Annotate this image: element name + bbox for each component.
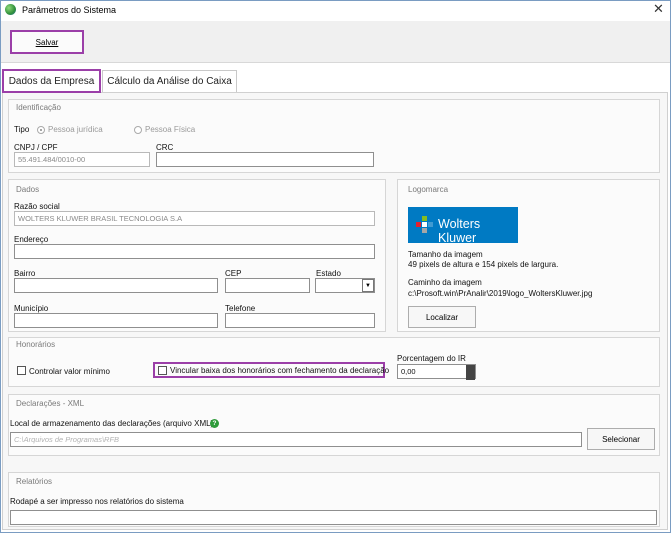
porcentagem-ir-field[interactable]: 0,00 xyxy=(397,364,476,379)
tipo-label: Tipo xyxy=(14,125,30,134)
app-icon xyxy=(5,4,16,15)
spinner-icon[interactable] xyxy=(466,365,475,380)
rodape-label: Rodapé a ser impresso nos relatórios do … xyxy=(10,497,184,506)
toolbar xyxy=(1,21,670,63)
logomarca-title: Logomarca xyxy=(408,185,449,194)
municipio-field[interactable] xyxy=(14,313,218,328)
cep-field[interactable] xyxy=(225,278,310,293)
close-icon[interactable]: ✕ xyxy=(653,2,664,17)
radio-pessoa-fisica-label: Pessoa Física xyxy=(145,125,196,134)
crc-label: CRC xyxy=(156,143,174,152)
logo-image: Wolters Kluwer xyxy=(408,207,518,245)
cnpj-field[interactable]: 55.491.484/0010-00 xyxy=(14,152,150,167)
chevron-down-icon[interactable]: ▼ xyxy=(362,279,374,292)
controlar-valor-minimo-label: Controlar valor mínimo xyxy=(29,367,110,376)
municipio-label: Município xyxy=(14,304,49,313)
honorarios-title: Honorários xyxy=(16,340,56,349)
cnpj-label: CNPJ / CPF xyxy=(14,143,58,152)
controlar-valor-minimo-checkbox[interactable] xyxy=(17,366,26,375)
estado-label: Estado xyxy=(316,269,341,278)
declaracoes-title: Declarações - XML xyxy=(16,399,85,408)
help-icon[interactable]: ? xyxy=(210,419,219,428)
rodape-field[interactable] xyxy=(10,510,657,525)
porcentagem-ir-label: Porcentagem do IR xyxy=(397,354,466,363)
radio-selected-dot xyxy=(40,129,42,131)
save-button[interactable]: Salvar xyxy=(10,30,84,54)
wolters-kluwer-logo-icon xyxy=(416,216,433,233)
endereco-label: Endereço xyxy=(14,235,49,244)
tamanho-imagem-label: Tamanho da imagem xyxy=(408,250,483,259)
window-title: Parâmetros do Sistema xyxy=(22,5,117,15)
cep-label: CEP xyxy=(225,269,242,278)
vincular-baixa-label: Vincular baixa dos honorários com fecham… xyxy=(170,366,390,375)
endereco-field[interactable] xyxy=(14,244,375,259)
tamanho-imagem-desc: 49 pixels de altura e 154 pixels de larg… xyxy=(408,260,559,269)
dados-title: Dados xyxy=(16,185,40,194)
identificacao-title: Identificação xyxy=(16,103,61,112)
radio-pessoa-fisica[interactable] xyxy=(134,126,142,134)
radio-pessoa-juridica[interactable] xyxy=(37,126,45,134)
razao-social-field[interactable]: WOLTERS KLUWER BRASIL TECNOLOGIA S.A xyxy=(14,211,375,226)
bairro-label: Bairro xyxy=(14,269,36,278)
local-armazenamento-field[interactable]: C:\Arquivos de Programas\RFB xyxy=(10,432,582,447)
razao-social-label: Razão social xyxy=(14,202,60,211)
caminho-imagem-label: Caminho da imagem xyxy=(408,278,482,287)
tab-calculo-analise-caixa[interactable]: Cálculo da Análise do Caixa xyxy=(102,70,237,92)
localizar-button[interactable]: Localizar xyxy=(408,306,476,328)
radio-pessoa-juridica-label: Pessoa jurídica xyxy=(48,125,103,134)
relatorios-title: Relatórios xyxy=(16,477,53,486)
telefone-field[interactable] xyxy=(225,313,375,328)
vincular-baixa-checkbox[interactable] xyxy=(158,366,167,375)
caminho-imagem-value: c:\Prosoft.win\PrAnalir\2019\logo_Wolter… xyxy=(408,289,593,298)
selecionar-button[interactable]: Selecionar xyxy=(587,428,655,450)
local-armazenamento-label: Local de armazenamento das declarações (… xyxy=(10,419,214,428)
tab-dados-da-empresa[interactable]: Dados da Empresa xyxy=(2,69,101,93)
telefone-label: Telefone xyxy=(225,304,256,313)
crc-field[interactable] xyxy=(156,152,374,167)
logo-text: Wolters Kluwer xyxy=(438,217,481,245)
bairro-field[interactable] xyxy=(14,278,218,293)
